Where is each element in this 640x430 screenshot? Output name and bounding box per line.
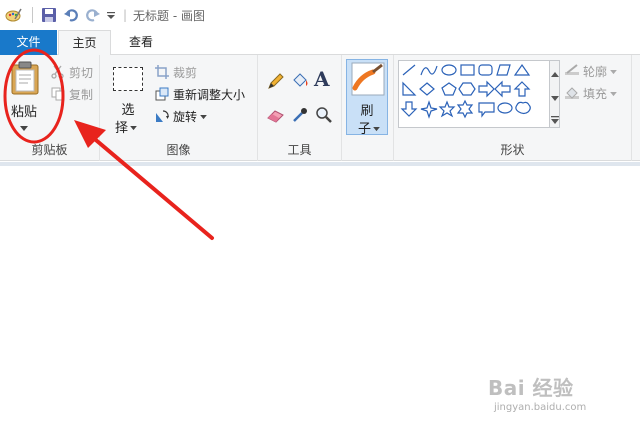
color-picker-icon[interactable]: [290, 105, 310, 128]
rotate-dropdown-arrow-icon[interactable]: [200, 109, 207, 123]
ribbon-tabs: 文件 主页 查看: [0, 30, 640, 56]
shapes-scrollbar[interactable]: [550, 60, 560, 128]
customize-quick-access-icon[interactable]: [105, 5, 117, 25]
copy-label: 复制: [69, 87, 94, 102]
brushes-label-bottom: 子: [358, 122, 372, 137]
cut-label: 剪切: [69, 65, 94, 80]
clipboard-icon: [10, 61, 40, 98]
watermark-url: jingyan.baidu.com: [494, 402, 587, 413]
select-button[interactable]: 选 择: [110, 65, 146, 136]
titlebar-separator: [32, 7, 33, 23]
fill-dropdown-arrow-icon[interactable]: [610, 86, 617, 100]
rotate-button[interactable]: 旋转: [154, 106, 207, 126]
image-group: 选 择 裁剪 重新调整大小 旋转 图像: [100, 55, 258, 161]
fill-bucket-icon[interactable]: [290, 71, 310, 94]
outline-button[interactable]: 轮廓: [564, 61, 617, 81]
brushes-group: 刷 子: [342, 55, 394, 161]
crop-button[interactable]: 裁剪: [154, 62, 197, 82]
fill-icon: [564, 85, 580, 101]
outline-icon: [564, 63, 580, 79]
paste-dropdown-arrow-icon[interactable]: [20, 121, 28, 135]
crop-label: 裁剪: [173, 65, 198, 80]
paste-button[interactable]: 粘贴: [4, 59, 46, 135]
brush-icon: [351, 62, 385, 99]
text-tool-icon[interactable]: A: [314, 67, 330, 91]
scroll-up-icon[interactable]: [551, 67, 559, 81]
outline-dropdown-arrow-icon[interactable]: [610, 64, 617, 78]
tools-group: A 工具: [258, 55, 342, 161]
select-dropdown-arrow-icon[interactable]: [130, 120, 137, 134]
scroll-down-icon[interactable]: [551, 91, 559, 105]
select-label-top: 选: [121, 103, 135, 118]
fill-button[interactable]: 填充: [564, 83, 617, 103]
gallery-expand-icon[interactable]: [551, 113, 559, 127]
rotate-label: 旋转: [173, 109, 198, 124]
copy-icon: [50, 86, 66, 102]
brushes-label-top: 刷: [360, 104, 374, 119]
brushes-label-bottom-row: 子: [358, 118, 380, 137]
brushes-button[interactable]: 刷 子: [346, 59, 388, 137]
brushes-dropdown-arrow-icon[interactable]: [373, 121, 380, 135]
magnifier-icon[interactable]: [314, 105, 334, 128]
title-bar: | 无标题 - 画图: [0, 0, 640, 30]
undo-icon[interactable]: [61, 5, 81, 25]
titlebar-separator-text: |: [123, 8, 128, 22]
selection-rectangle-icon: [113, 67, 143, 91]
clipboard-group-label: 剪贴板: [31, 143, 68, 157]
rotate-icon: [154, 108, 170, 124]
baidu-watermark: Bai 经验 jingyan.baidu.com: [488, 372, 628, 422]
crop-icon: [154, 64, 170, 80]
eraser-icon[interactable]: [266, 105, 286, 128]
clipboard-group: 粘贴 剪切 复制 剪贴板: [0, 55, 100, 161]
paste-label: 粘贴: [10, 105, 37, 120]
shapes-gallery[interactable]: [398, 60, 550, 128]
image-group-label: 图像: [166, 143, 191, 157]
shapes-group: 轮廓 填充 形状: [394, 55, 632, 161]
ribbon-overflow-edge: [632, 55, 640, 161]
ribbon: 粘贴 剪切 复制 剪贴板 选 择 裁剪 重新调整大小 旋转 图像 A 工具 刷 …: [0, 55, 640, 161]
window-title: 无标题 - 画图: [133, 8, 206, 23]
scissors-icon: [50, 64, 66, 80]
redo-icon[interactable]: [83, 5, 103, 25]
tab-file[interactable]: 文件: [0, 30, 57, 55]
tools-group-label: 工具: [287, 143, 312, 157]
pencil-icon[interactable]: [266, 71, 286, 94]
fill-label: 填充: [583, 86, 608, 101]
select-label-bottom-row: 择: [115, 117, 137, 136]
save-icon[interactable]: [39, 5, 59, 25]
tab-home[interactable]: 主页: [58, 30, 111, 56]
resize-label: 重新调整大小: [173, 87, 246, 102]
shapes-group-label: 形状: [500, 143, 525, 157]
watermark-brand: Bai 经验: [488, 376, 574, 400]
resize-icon: [154, 86, 170, 102]
resize-button[interactable]: 重新调整大小: [154, 84, 245, 104]
outline-label: 轮廓: [583, 64, 608, 79]
tab-view[interactable]: 查看: [114, 30, 168, 55]
cut-button[interactable]: 剪切: [50, 62, 93, 82]
paint-app-icon[interactable]: [4, 5, 24, 25]
copy-button[interactable]: 复制: [50, 84, 93, 104]
select-label-bottom: 择: [115, 121, 129, 136]
